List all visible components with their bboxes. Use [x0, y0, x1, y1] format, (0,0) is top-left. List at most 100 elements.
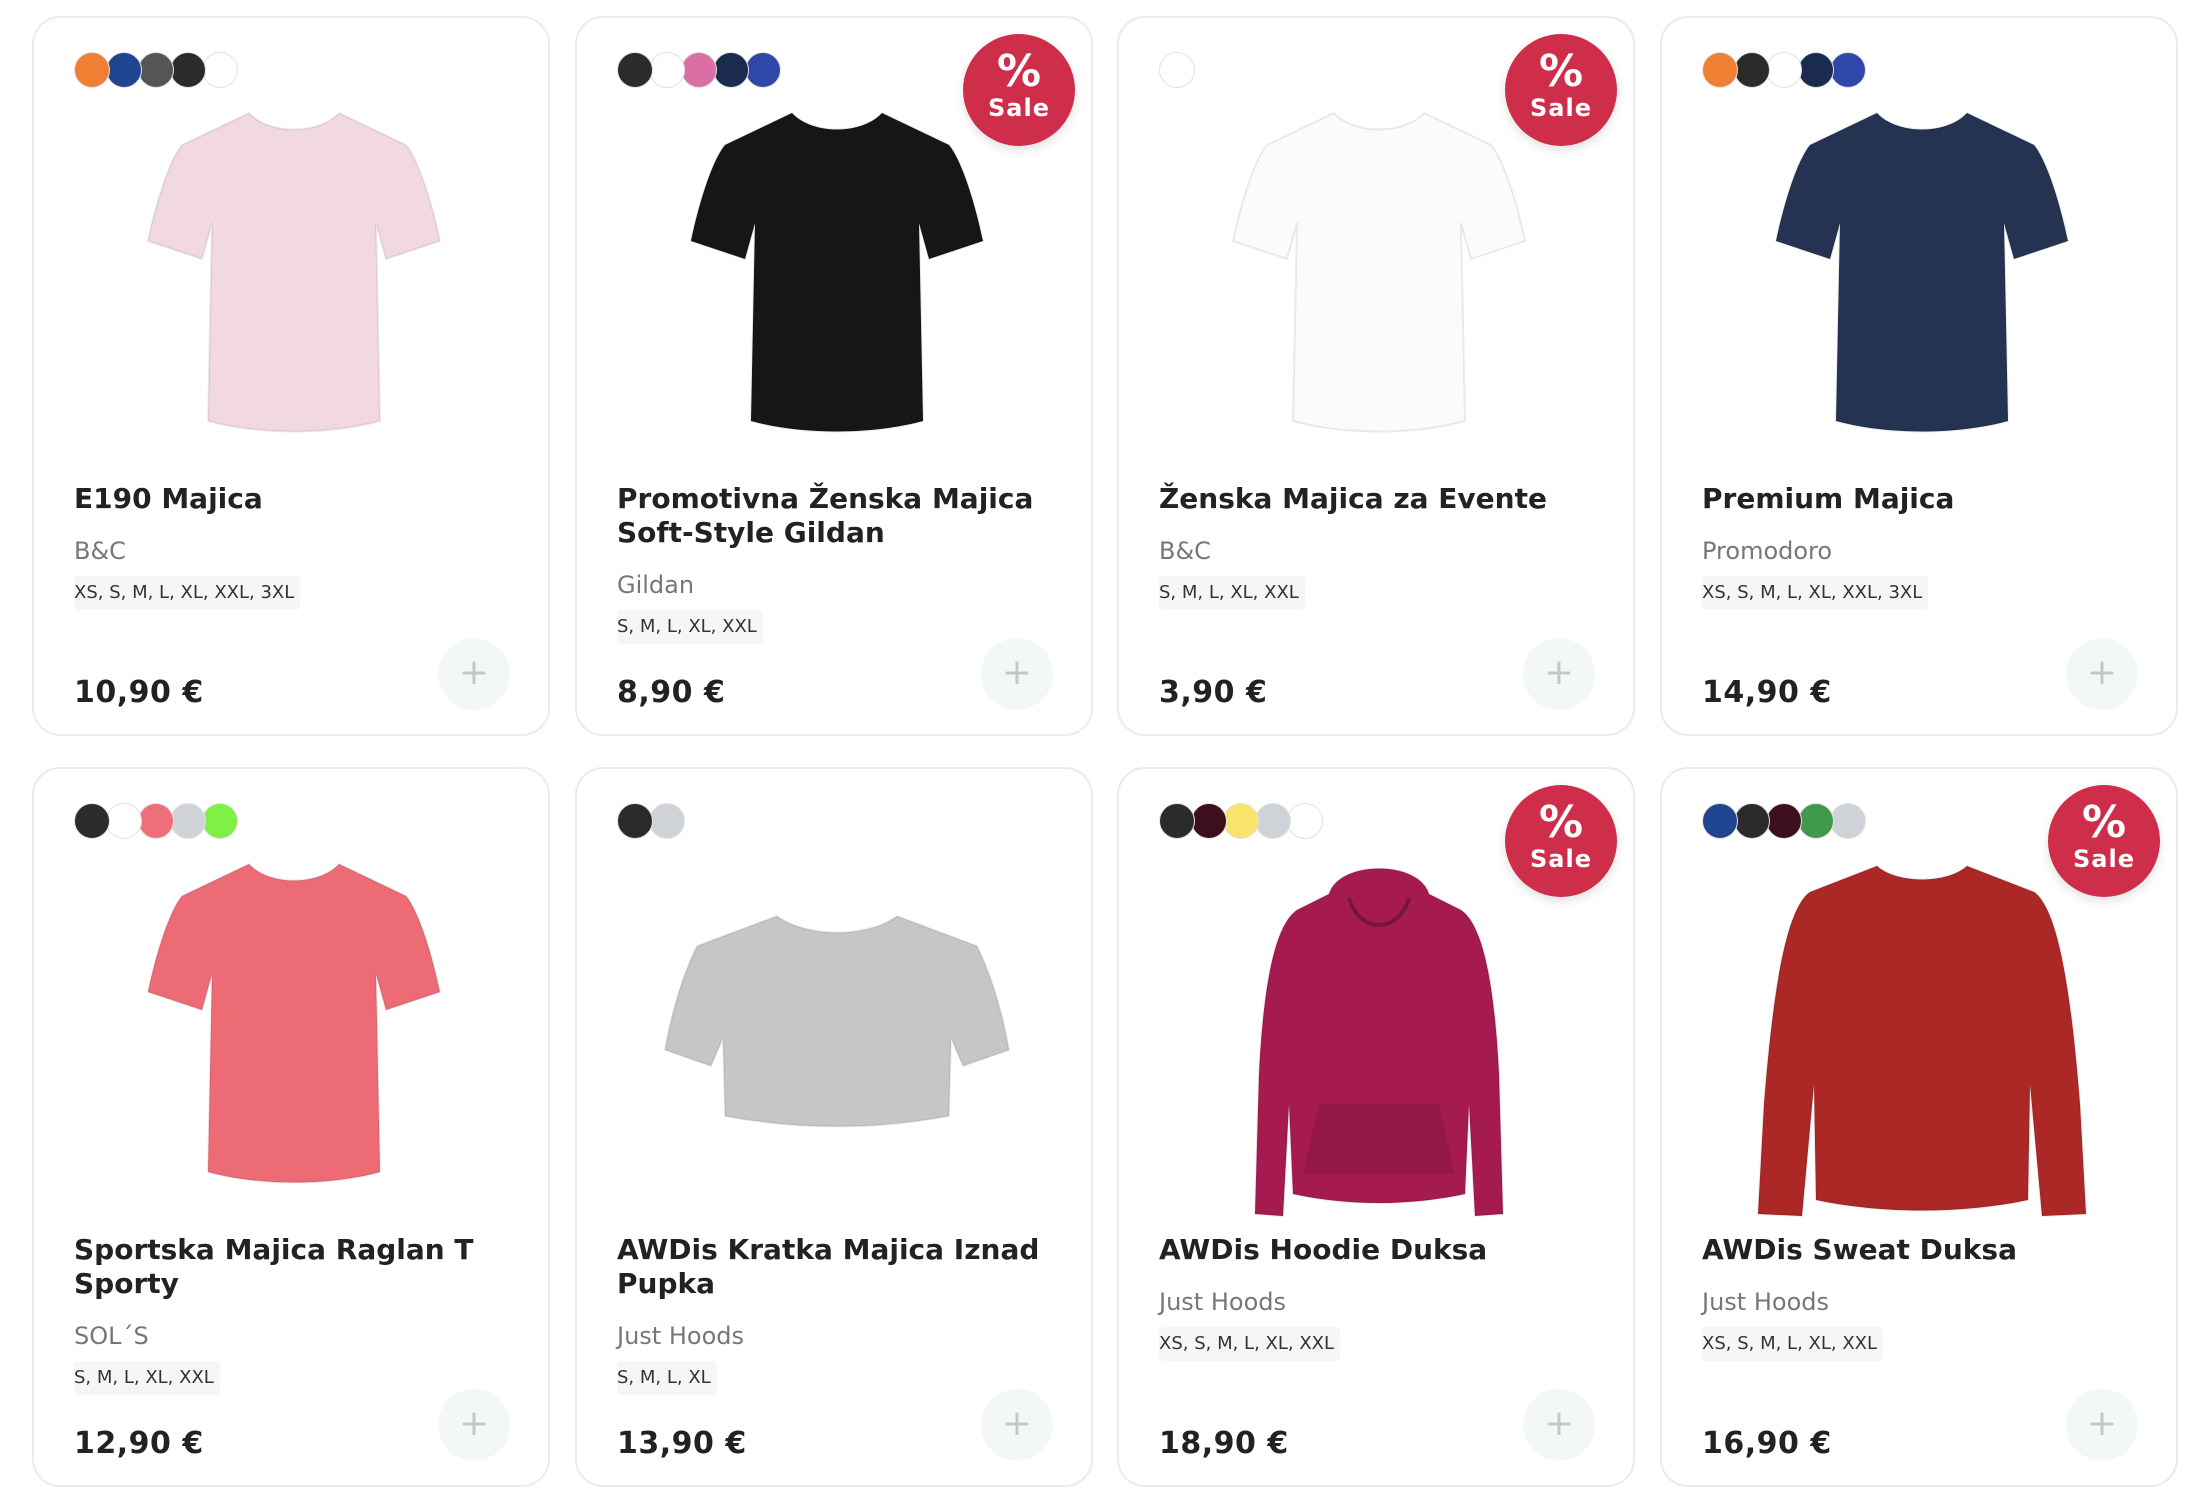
- sale-badge: % Sale: [2048, 785, 2160, 897]
- color-swatch[interactable]: [74, 52, 110, 88]
- product-card[interactable]: Sportska Majica Raglan T Sporty SOL´S S,…: [32, 767, 550, 1487]
- color-swatches: [74, 803, 238, 841]
- product-image[interactable]: [1199, 849, 1559, 1229]
- product-brand: Just Hoods: [1702, 1288, 1829, 1316]
- product-image[interactable]: [657, 849, 1017, 1229]
- color-swatches: [1159, 52, 1195, 90]
- color-swatches: [617, 52, 781, 90]
- color-swatch[interactable]: [1702, 52, 1738, 88]
- product-sizes: S, M, L, XL, XXL: [617, 610, 763, 644]
- color-swatch[interactable]: [1255, 803, 1291, 839]
- product-price: 12,90 €: [74, 1426, 204, 1461]
- color-swatches: [617, 803, 685, 841]
- product-image[interactable]: [1742, 849, 2102, 1229]
- product-title[interactable]: Premium Majica: [1702, 482, 2152, 516]
- product-sizes: XS, S, M, L, XL, XXL: [1702, 1327, 1884, 1361]
- garment-icon: [1253, 867, 1505, 1218]
- color-swatch[interactable]: [170, 52, 206, 88]
- color-swatch[interactable]: [649, 52, 685, 88]
- color-swatch[interactable]: [1223, 803, 1259, 839]
- color-swatch[interactable]: [681, 52, 717, 88]
- color-swatch[interactable]: [202, 52, 238, 88]
- color-swatch[interactable]: [1766, 52, 1802, 88]
- color-swatch[interactable]: [1702, 803, 1738, 839]
- color-swatch[interactable]: [74, 803, 110, 839]
- product-title[interactable]: Ženska Majica za Evente: [1159, 482, 1609, 516]
- product-card[interactable]: % Sale AWDis Sweat Duksa Just Hoods XS, …: [1660, 767, 2178, 1487]
- color-swatches: [1159, 803, 1323, 841]
- add-to-cart-button[interactable]: +: [438, 1389, 510, 1461]
- color-swatch[interactable]: [1734, 803, 1770, 839]
- color-swatch[interactable]: [1766, 803, 1802, 839]
- color-swatch[interactable]: [138, 803, 174, 839]
- product-grid: E190 Majica B&C XS, S, M, L, XL, XXL, 3X…: [0, 0, 2202, 1504]
- product-sizes: XS, S, M, L, XL, XXL: [1159, 1327, 1341, 1361]
- garment-icon: [689, 111, 985, 433]
- color-swatch[interactable]: [1191, 803, 1227, 839]
- add-to-cart-button[interactable]: +: [2066, 638, 2138, 710]
- product-brand: SOL´S: [74, 1322, 149, 1350]
- product-card[interactable]: AWDis Kratka Majica Iznad Pupka Just Hoo…: [575, 767, 1093, 1487]
- color-swatch[interactable]: [106, 803, 142, 839]
- product-price: 14,90 €: [1702, 675, 1832, 710]
- add-to-cart-button[interactable]: +: [2066, 1389, 2138, 1461]
- add-to-cart-button[interactable]: +: [1523, 638, 1595, 710]
- percent-icon: %: [2081, 797, 2127, 848]
- add-to-cart-button[interactable]: +: [981, 1389, 1053, 1461]
- product-image[interactable]: [114, 98, 474, 478]
- product-title[interactable]: AWDis Sweat Duksa: [1702, 1233, 2152, 1267]
- color-swatches: [1702, 803, 1866, 841]
- color-swatch[interactable]: [1159, 52, 1195, 88]
- color-swatch[interactable]: [138, 52, 174, 88]
- percent-icon: %: [996, 46, 1042, 97]
- sale-label: Sale: [1530, 94, 1592, 122]
- color-swatch[interactable]: [1830, 52, 1866, 88]
- color-swatch[interactable]: [649, 803, 685, 839]
- product-card[interactable]: % Sale AWDis Hoodie Duksa Just Hoods XS,…: [1117, 767, 1635, 1487]
- product-price: 13,90 €: [617, 1426, 747, 1461]
- color-swatch[interactable]: [713, 52, 749, 88]
- product-sizes: S, M, L, XL, XXL: [1159, 576, 1305, 610]
- product-card[interactable]: % Sale Ženska Majica za Evente B&C S, M,…: [1117, 16, 1635, 736]
- add-to-cart-button[interactable]: +: [981, 638, 1053, 710]
- sale-label: Sale: [1530, 845, 1592, 873]
- product-title[interactable]: Sportska Majica Raglan T Sporty: [74, 1233, 524, 1301]
- product-card[interactable]: E190 Majica B&C XS, S, M, L, XL, XXL, 3X…: [32, 16, 550, 736]
- product-title[interactable]: E190 Majica: [74, 482, 524, 516]
- product-image[interactable]: [1199, 98, 1559, 478]
- product-title[interactable]: Promotivna Ženska Majica Soft-Style Gild…: [617, 482, 1067, 550]
- product-brand: Promodoro: [1702, 537, 1833, 565]
- product-title[interactable]: AWDis Hoodie Duksa: [1159, 1233, 1609, 1267]
- product-sizes: XS, S, M, L, XL, XXL, 3XL: [74, 576, 301, 610]
- product-sizes: XS, S, M, L, XL, XXL, 3XL: [1702, 576, 1929, 610]
- color-swatch[interactable]: [1798, 52, 1834, 88]
- add-to-cart-button[interactable]: +: [1523, 1389, 1595, 1461]
- color-swatch[interactable]: [1159, 803, 1195, 839]
- product-price: 3,90 €: [1159, 675, 1268, 710]
- product-brand: Gildan: [617, 571, 695, 599]
- add-to-cart-button[interactable]: +: [438, 638, 510, 710]
- garment-icon: [1774, 111, 2070, 433]
- product-image[interactable]: [657, 98, 1017, 478]
- product-title[interactable]: AWDis Kratka Majica Iznad Pupka: [617, 1233, 1067, 1301]
- color-swatch[interactable]: [202, 803, 238, 839]
- sale-badge: % Sale: [1505, 34, 1617, 146]
- sale-label: Sale: [2073, 845, 2135, 873]
- product-image[interactable]: [114, 849, 474, 1229]
- color-swatch[interactable]: [170, 803, 206, 839]
- product-card[interactable]: % Sale Promotivna Ženska Majica Soft-Sty…: [575, 16, 1093, 736]
- product-card[interactable]: Premium Majica Promodoro XS, S, M, L, XL…: [1660, 16, 2178, 736]
- color-swatch[interactable]: [617, 52, 653, 88]
- color-swatch[interactable]: [1287, 803, 1323, 839]
- color-swatch[interactable]: [106, 52, 142, 88]
- color-swatch[interactable]: [1734, 52, 1770, 88]
- color-swatch[interactable]: [617, 803, 653, 839]
- color-swatch[interactable]: [1830, 803, 1866, 839]
- percent-icon: %: [1538, 797, 1584, 848]
- sale-badge: % Sale: [963, 34, 1075, 146]
- product-image[interactable]: [1742, 98, 2102, 478]
- color-swatch[interactable]: [745, 52, 781, 88]
- color-swatch[interactable]: [1798, 803, 1834, 839]
- sale-label: Sale: [988, 94, 1050, 122]
- sale-badge: % Sale: [1505, 785, 1617, 897]
